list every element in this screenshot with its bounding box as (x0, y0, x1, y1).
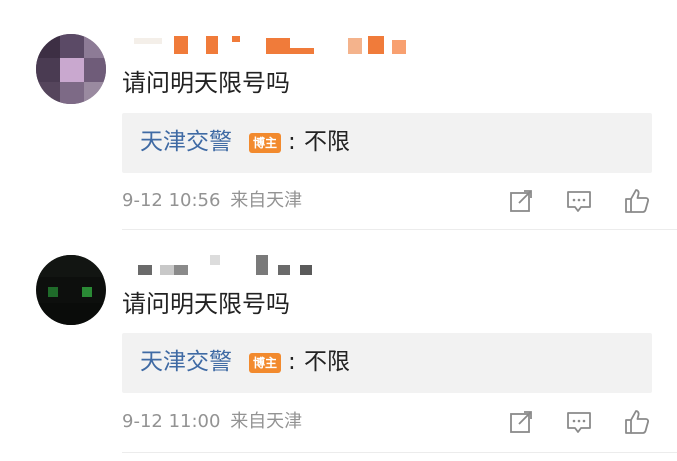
avatar-pixel (48, 287, 58, 297)
comment-icon[interactable] (564, 186, 594, 216)
comment-source: 来自天津 (230, 411, 303, 432)
comment-meta: 9-12 10:56 来自天津 (122, 189, 302, 213)
comment-meta: 9-12 11:00 来自天津 (122, 410, 302, 434)
avatar-pixel (60, 34, 84, 58)
comment-text: 请问明天限号吗 (122, 69, 290, 97)
username-redacted[interactable] (128, 255, 428, 275)
comment-source: 来自天津 (230, 190, 303, 211)
reply-separator: : (288, 349, 296, 375)
avatar-pixel (60, 58, 84, 82)
author-badge: 博主 (249, 133, 281, 153)
avatar-pixel (84, 58, 106, 82)
avatar-pixel (36, 34, 60, 58)
username-redacted[interactable] (128, 34, 428, 54)
avatar-pixel (82, 287, 92, 297)
comment-timestamp: 9-12 11:00 (122, 411, 221, 432)
author-badge: 博主 (249, 353, 281, 373)
reply-author-link[interactable]: 天津交警 (140, 127, 232, 157)
avatar-pixel (84, 82, 106, 104)
reply-separator: : (288, 129, 296, 155)
comment-divider (122, 229, 677, 230)
share-icon[interactable] (506, 186, 536, 216)
avatar[interactable] (36, 255, 106, 325)
reply-box[interactable]: 天津交警 博主 : 不限 (122, 113, 652, 173)
reply-text: 不限 (304, 129, 350, 155)
reply-text: 不限 (304, 349, 350, 375)
avatar-pixel (36, 303, 106, 325)
share-icon[interactable] (506, 407, 536, 437)
reply-author-link[interactable]: 天津交警 (140, 347, 232, 377)
avatar-pixel (60, 82, 84, 104)
avatar-pixel (36, 82, 60, 104)
comment-text: 请问明天限号吗 (122, 290, 290, 318)
avatar-pixel (36, 58, 60, 82)
avatar-pixel (84, 34, 106, 58)
comment-divider (122, 452, 677, 453)
reply-box[interactable]: 天津交警 博主 : 不限 (122, 333, 652, 393)
like-icon[interactable] (622, 186, 652, 216)
comment-icon[interactable] (564, 407, 594, 437)
comment-timestamp: 9-12 10:56 (122, 190, 221, 211)
avatar[interactable] (36, 34, 106, 104)
avatar-pixel (36, 255, 106, 277)
like-icon[interactable] (622, 407, 652, 437)
